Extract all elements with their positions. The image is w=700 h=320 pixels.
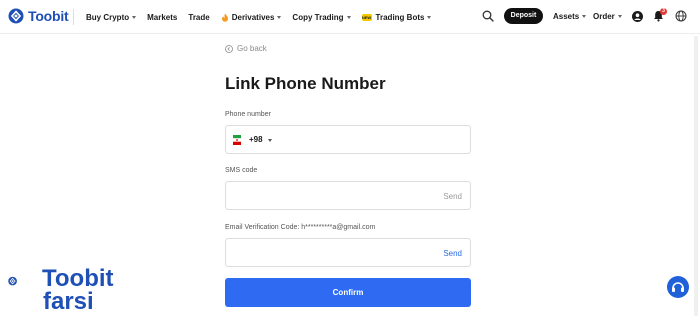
phone-number-label: Phone number	[225, 111, 271, 118]
email-send-button[interactable]: Send	[443, 249, 462, 258]
chevron-down-icon	[582, 15, 587, 18]
main-menu: Buy Crypto Markets Trade Derivatives Cop…	[86, 0, 442, 34]
go-back-label: Go back	[237, 44, 267, 53]
sms-send-button[interactable]: Send	[443, 192, 462, 201]
menu-trading-bots[interactable]: NEW Trading Bots	[361, 12, 432, 22]
order-menu[interactable]: Order	[593, 12, 622, 21]
deposit-button[interactable]: Deposit	[504, 8, 543, 24]
chevron-down-icon	[427, 15, 432, 19]
menu-label: Buy Crypto	[86, 12, 130, 22]
chevron-down-icon	[277, 15, 282, 19]
nav-divider	[73, 9, 74, 25]
menu-buy-crypto[interactable]: Buy Crypto	[86, 12, 137, 22]
chevron-down-icon	[346, 15, 351, 19]
chevron-down-icon[interactable]	[268, 139, 272, 142]
menu-copy-trading[interactable]: Copy Trading	[292, 12, 351, 22]
toobit-logo[interactable]: Toobit	[8, 8, 69, 24]
chevron-down-icon	[132, 15, 137, 19]
arrow-left-circle-icon	[225, 44, 233, 53]
top-nav: Toobit Buy Crypto Markets Trade Derivati…	[0, 0, 700, 34]
country-code[interactable]: +98	[249, 135, 263, 144]
menu-markets[interactable]: Markets	[147, 13, 177, 22]
sms-code-field[interactable]: Send	[225, 181, 471, 210]
chevron-down-icon	[617, 15, 622, 18]
watermark-line2: farsi	[43, 288, 94, 315]
user-icon[interactable]	[632, 11, 643, 22]
confirm-button[interactable]: Confirm	[225, 278, 471, 307]
menu-derivatives[interactable]: Derivatives	[221, 13, 282, 22]
scrollbar[interactable]	[694, 36, 698, 316]
watermark-line1: Toobit	[42, 265, 114, 292]
fire-icon	[221, 13, 228, 22]
globe-icon[interactable]	[675, 10, 687, 22]
headset-icon	[672, 282, 684, 292]
menu-label: Copy Trading	[292, 12, 344, 22]
email-code-field[interactable]: Send	[225, 238, 471, 267]
menu-label: Trading Bots	[375, 12, 425, 22]
menu-trade[interactable]: Trade	[188, 13, 209, 22]
toobit-farsi-watermark	[8, 276, 17, 286]
sms-code-label: SMS code	[225, 167, 258, 174]
assets-menu[interactable]: Assets	[553, 12, 587, 21]
go-back-link[interactable]: Go back	[225, 44, 267, 53]
notification-badge: 3	[660, 8, 667, 15]
logo-text: Toobit	[28, 8, 69, 24]
search-icon[interactable]	[482, 10, 494, 22]
menu-label: Trade	[188, 12, 210, 22]
order-label: Order	[593, 12, 615, 21]
assets-label: Assets	[553, 12, 580, 21]
toobit-logo-icon	[8, 8, 24, 24]
email-code-label: Email Verification Code: h**********a@gm…	[225, 224, 376, 231]
new-badge: NEW	[361, 13, 372, 21]
support-button[interactable]	[667, 276, 689, 298]
iran-flag-icon	[233, 135, 241, 145]
menu-label: Derivatives	[231, 12, 275, 22]
menu-label: Markets	[147, 12, 178, 22]
page-title: Link Phone Number	[225, 74, 386, 93]
phone-number-field[interactable]: +98	[225, 125, 471, 154]
